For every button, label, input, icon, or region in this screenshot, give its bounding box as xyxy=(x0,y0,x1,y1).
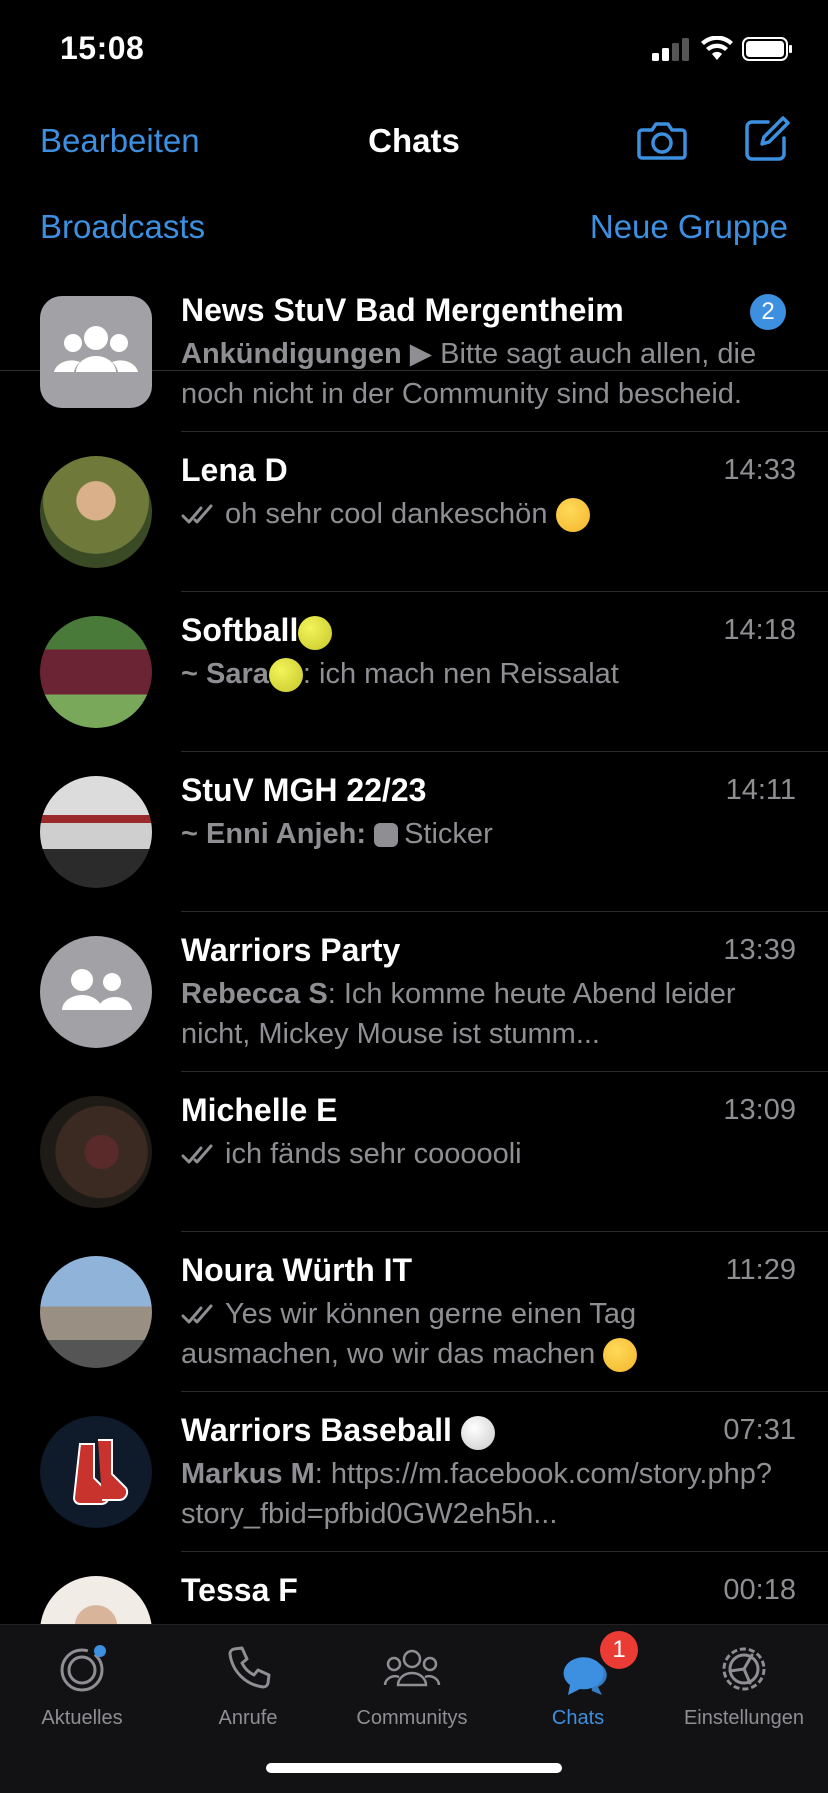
red-sox-logo-icon xyxy=(72,1439,129,1505)
tab-label: Einstellungen xyxy=(683,1707,805,1729)
chat-name: Tessa F xyxy=(181,1572,298,1608)
tab-label: Anrufe xyxy=(218,1707,278,1729)
chat-preview: Rebecca S: Ich komme heute Abend leider … xyxy=(181,974,791,1054)
chat-name: Noura Würth IT xyxy=(181,1252,413,1288)
preview-sender: Ankündigungen ▶ xyxy=(181,338,433,370)
status-time: 15:08 xyxy=(60,30,145,66)
chat-preview: ~ Sara : ich mach nen Reissalat xyxy=(181,654,791,694)
preview-text: Sticker xyxy=(404,818,493,850)
preview-text: oh sehr cool dankeschön xyxy=(225,498,548,530)
tab-einstellungen[interactable]: Einstellungen xyxy=(664,1625,824,1745)
preview-text: ich fänds sehr coooooli xyxy=(225,1138,522,1170)
camera-icon[interactable] xyxy=(636,114,688,166)
tab-aktuelles[interactable]: Aktuelles xyxy=(2,1625,162,1745)
chat-row[interactable]: Softball 14:18 ~ Sara : ich mach nen Reis… xyxy=(0,592,828,752)
broadcasts-button[interactable]: Broadcasts xyxy=(40,208,205,246)
settings-icon xyxy=(722,1647,766,1691)
team-logo-avatar xyxy=(40,1416,152,1528)
phone-icon xyxy=(228,1646,271,1689)
preview-text: : ich mach nen Reissalat xyxy=(302,658,619,690)
chats-badge: 1 xyxy=(600,1631,638,1669)
chat-time: 00:18 xyxy=(723,1574,796,1606)
group-icon xyxy=(54,326,138,372)
chat-row[interactable]: Tessa F 00:18 xyxy=(0,1552,828,1624)
chat-name: Michelle E xyxy=(181,1092,338,1128)
signal-icon xyxy=(652,38,689,61)
preview-text: Yes wir können gerne einen Tag ausmachen… xyxy=(181,1298,637,1370)
tab-anrufe[interactable]: Anrufe xyxy=(168,1625,328,1745)
wifi-icon xyxy=(701,36,733,60)
navigation-header: Bearbeiten Chats Broadcasts Neue Gruppe xyxy=(0,100,828,371)
tab-label: Aktuelles xyxy=(41,1707,123,1729)
contact-avatar xyxy=(40,1576,152,1624)
home-indicator[interactable] xyxy=(266,1763,562,1773)
chat-row[interactable]: News StuV Bad Mergentheim 2 Ankündigunge… xyxy=(0,272,828,432)
read-receipt-icon xyxy=(181,1144,213,1164)
chat-preview: ich fänds sehr coooooli xyxy=(181,1134,791,1174)
preview-sender: Rebecca S xyxy=(181,978,328,1010)
preview-sender: Markus M xyxy=(181,1458,315,1490)
sticker-icon xyxy=(374,823,399,848)
chat-name: Softball xyxy=(181,612,333,650)
softball-icon xyxy=(298,615,333,650)
contact-avatar xyxy=(40,1096,152,1208)
chat-name: Warriors Party xyxy=(181,932,401,968)
chat-time: 13:09 xyxy=(723,1094,796,1126)
group-avatar xyxy=(40,296,152,408)
tab-label: Chats xyxy=(551,1707,605,1729)
chat-row[interactable]: Warriors Baseball 07:31 Markus M: https:… xyxy=(0,1392,828,1552)
group-avatar xyxy=(40,776,152,888)
chat-preview: Yes wir können gerne einen Tag ausmachen… xyxy=(181,1294,791,1374)
preview-sender: ~ Enni Anjeh: xyxy=(181,818,367,850)
contact-avatar xyxy=(40,1256,152,1368)
chat-time: 13:39 xyxy=(723,934,796,966)
softball-icon xyxy=(268,658,303,693)
smiling-emoji-icon xyxy=(555,498,590,533)
status-icon xyxy=(60,1645,106,1692)
chat-row[interactable]: Warriors Party 13:39 Rebecca S: Ich komm… xyxy=(0,912,828,1072)
chat-row[interactable]: Noura Würth IT 11:29 Yes wir können gern… xyxy=(0,1232,828,1392)
tab-label: Communitys xyxy=(356,1707,468,1729)
chat-name: Lena D xyxy=(181,452,288,488)
chat-time: 11:29 xyxy=(725,1254,796,1286)
chat-row[interactable]: StuV MGH 22/23 14:11 ~ Enni Anjeh: Stick… xyxy=(0,752,828,912)
chat-row[interactable]: Lena D 14:33 oh sehr cool dankeschön xyxy=(0,432,828,592)
chat-time: 14:18 xyxy=(723,614,796,646)
contact-avatar xyxy=(40,456,152,568)
smiling-emoji-icon xyxy=(603,1338,638,1373)
chat-name: News StuV Bad Mergentheim xyxy=(181,292,624,328)
new-group-button[interactable]: Neue Gruppe xyxy=(590,208,788,246)
chat-time: 14:11 xyxy=(725,774,796,806)
communities-icon xyxy=(383,1649,441,1687)
preview-sender: ~ Sara xyxy=(181,658,269,690)
chat-list: News StuV Bad Mergentheim 2 Ankündigunge… xyxy=(0,272,828,1624)
group-avatar xyxy=(40,616,152,728)
unread-badge: 2 xyxy=(750,294,786,330)
edit-button[interactable]: Bearbeiten xyxy=(40,122,200,160)
chat-name: StuV MGH 22/23 xyxy=(181,772,427,808)
status-bar: 15:08 xyxy=(0,0,828,100)
group-icon xyxy=(62,969,132,1010)
chat-preview: oh sehr cool dankeschön xyxy=(181,494,791,534)
chat-preview: ~ Enni Anjeh: Sticker xyxy=(181,814,791,854)
tab-communitys[interactable]: Communitys xyxy=(332,1625,492,1745)
read-receipt-icon xyxy=(181,1304,213,1324)
chat-preview: Ankündigungen ▶ Bitte sagt auch allen, d… xyxy=(181,334,791,414)
group-avatar xyxy=(40,936,152,1048)
read-receipt-icon xyxy=(181,504,213,524)
chat-name: Warriors Baseball xyxy=(181,1412,495,1450)
compose-icon[interactable] xyxy=(740,114,792,166)
chat-time: 07:31 xyxy=(723,1414,796,1446)
baseball-icon xyxy=(460,1415,495,1450)
chat-row[interactable]: Michelle E 13:09 ich fänds sehr coooooli xyxy=(0,1072,828,1232)
chat-preview: Markus M: https://m.facebook.com/story.p… xyxy=(181,1454,791,1534)
battery-icon xyxy=(742,37,792,61)
chat-time: 14:33 xyxy=(723,454,796,486)
